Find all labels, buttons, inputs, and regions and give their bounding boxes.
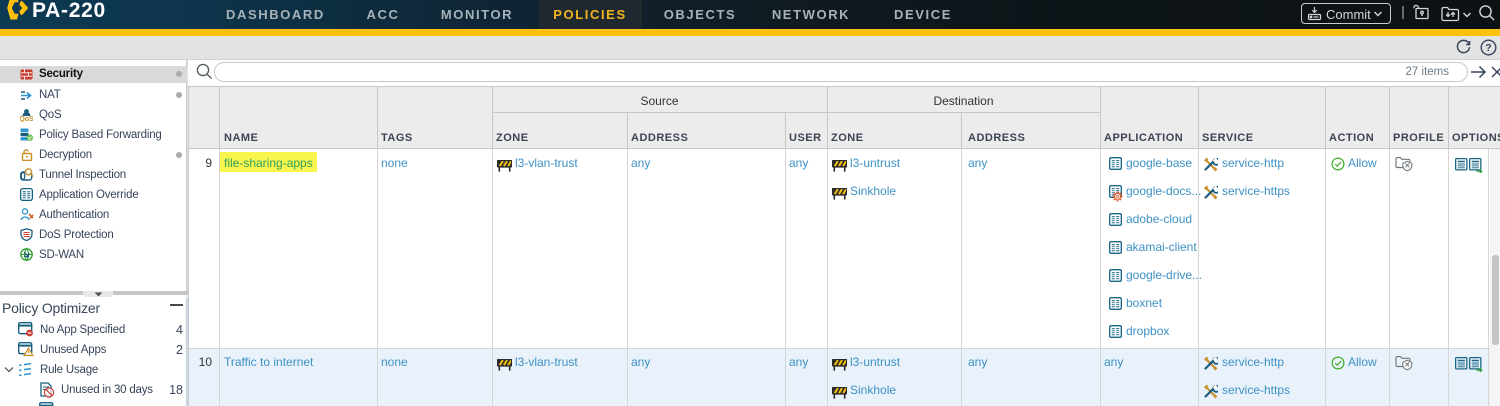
- svg-text:?: ?: [1485, 42, 1491, 54]
- svg-text:QoS: QoS: [20, 116, 33, 122]
